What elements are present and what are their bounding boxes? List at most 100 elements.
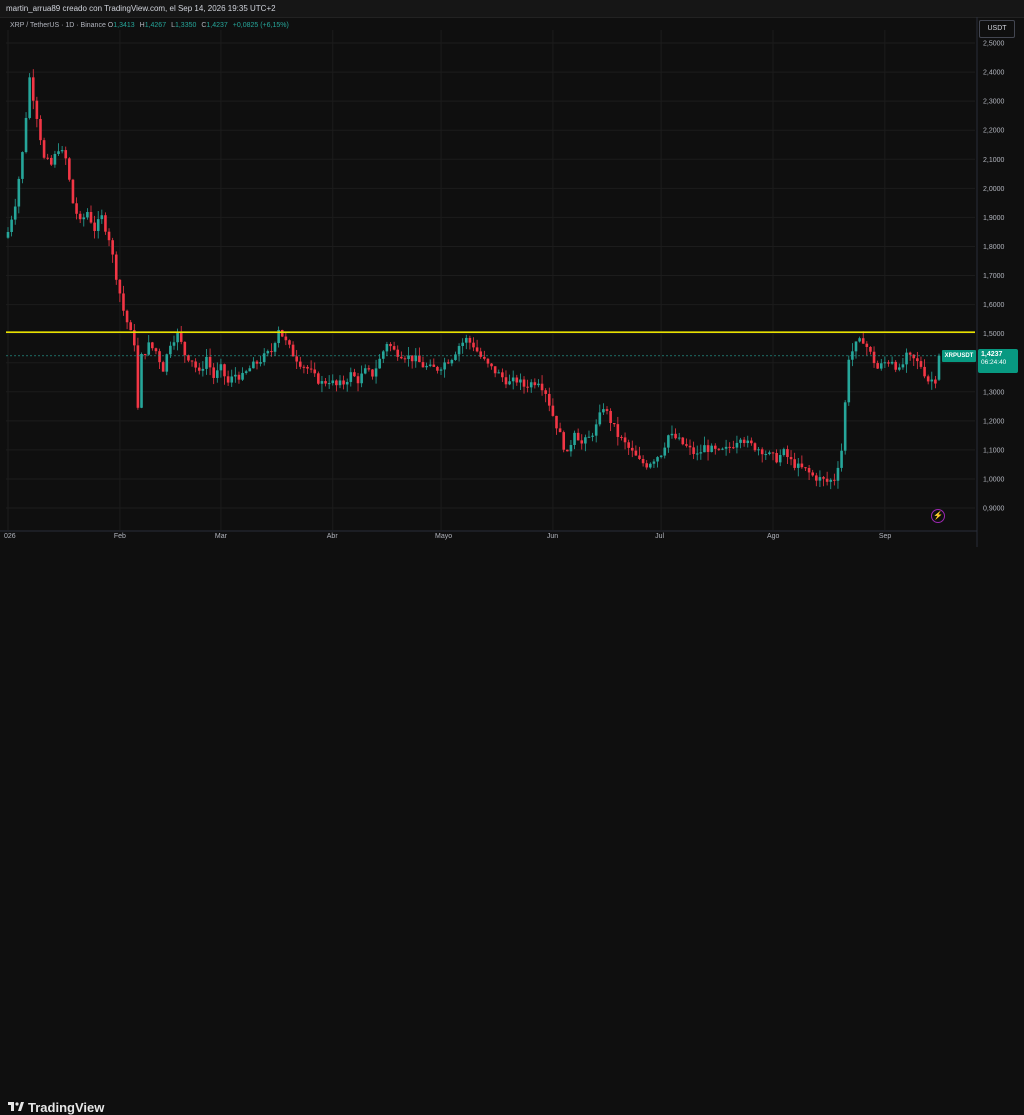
candle-body [760,449,764,455]
candle-body [475,347,479,352]
candle-body [136,345,140,408]
candle-body [280,329,284,337]
candle-body [194,361,197,368]
candle-body [201,368,205,371]
candle-body [620,436,623,438]
candle-body [129,322,132,331]
y-tick-label: 2,5000 [983,41,1005,48]
candle-body [544,390,547,394]
candle-body [353,372,356,377]
candle-body [602,409,605,413]
candle-body [385,344,389,352]
candle-body [360,373,363,384]
candle-body [425,365,428,368]
candle-body [403,358,407,360]
y-tick-label: 2,1000 [983,157,1005,164]
price-chart[interactable]: 2,5000 2,4000 2,3000 2,2000 2,1000 2,0000 1,90… [0,0,1024,547]
candle-body [717,448,721,450]
candle-body [508,381,511,385]
candle-body [735,442,739,448]
candle-body [68,158,71,180]
candle-body [96,219,100,232]
candle-body [342,380,345,385]
candle-body [742,439,746,444]
candle-body [327,383,331,385]
candle-body [815,475,818,481]
candle-body [836,467,840,481]
candle-body [912,354,916,359]
candle-body [804,467,807,469]
candle-body [818,477,822,481]
candle-body [432,364,436,367]
candle-body [811,472,815,476]
x-tick-label: Feb [114,533,126,540]
candle-body [270,351,273,353]
candle-body [843,402,847,451]
candle-body [226,376,230,383]
x-tick-label: Sep [879,533,892,540]
candle-body [627,442,630,448]
candle-body [869,346,872,352]
candle-body [724,446,728,449]
candle-body [558,428,562,433]
x-tick-label: Jul [655,533,664,540]
lightning-icon[interactable]: ⚡ [931,509,945,523]
candle-body [410,355,414,362]
candlestick-series [6,69,941,490]
candle-body [400,356,403,359]
candle-body [64,150,68,159]
candle-body [252,361,255,369]
candle-body [111,240,114,255]
candle-body [288,340,291,345]
candle-body [439,369,443,371]
candle-body [367,368,371,370]
candle-body [634,450,638,456]
candle-body [461,342,464,347]
y-tick-label: 1,8000 [983,244,1005,251]
open-value: 1,3413 [113,22,135,29]
candle-body [645,463,649,468]
currency-button[interactable]: USDT [979,20,1015,38]
symbol-title: XRP / TetherUS · 1D · Binance [10,22,106,29]
candle-body [800,463,804,468]
candle-body [623,437,627,443]
candle-body [13,206,17,220]
candle-body [306,366,309,369]
candle-body [154,348,158,352]
candle-body [295,356,298,362]
candle-body [670,433,674,436]
candle-body [140,353,143,408]
candle-body [771,452,775,454]
candle-body [17,178,21,207]
candle-body [454,354,457,360]
chart-grid [6,30,975,530]
candle-body [526,386,529,388]
candle-body [598,412,602,425]
candle-body [898,367,901,370]
candle-body [829,479,833,482]
candle-body [374,368,378,377]
candle-body [858,338,861,342]
candle-body [667,435,670,448]
candle-body [418,355,421,363]
candle-body [706,445,710,452]
candle-body [652,461,656,464]
candle-body [728,446,732,448]
candle-body [876,363,879,369]
candle-body [934,379,937,384]
brand-name: TradingView [28,1100,105,1115]
candle-body [638,455,641,459]
candle-body [313,369,317,374]
high-value: 1,4267 [144,22,167,29]
candle-body [309,368,313,370]
candle-body [908,352,912,355]
candle-body [930,379,934,382]
candle-body [591,435,594,437]
candle-body [82,217,86,220]
candle-body [695,453,699,455]
candle-body [107,231,111,241]
candle-body [901,364,905,368]
candle-body [190,360,194,362]
candle-body [31,77,35,101]
candle-body [273,343,277,352]
